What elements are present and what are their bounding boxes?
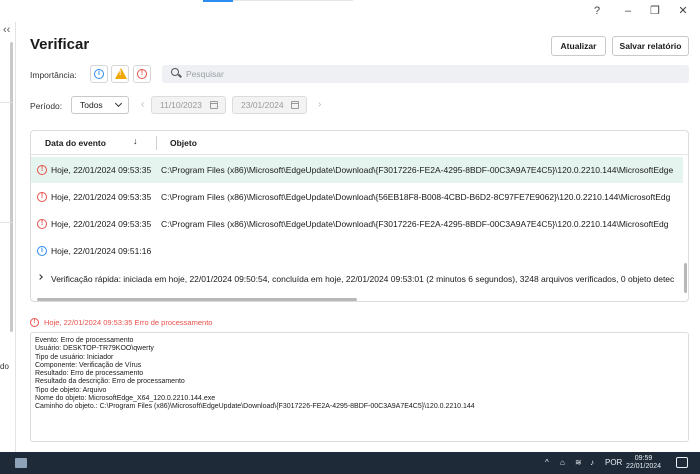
table-row[interactable]: ! Hoje, 22/01/2024 09:53:35 C:\Program F… xyxy=(31,157,683,183)
error-icon: ! xyxy=(137,69,147,79)
sidebar-divider xyxy=(0,102,12,103)
restore-button[interactable]: ❐ xyxy=(646,4,664,18)
search-icon xyxy=(171,68,179,76)
search-input[interactable] xyxy=(186,67,666,81)
date-from-field[interactable]: 11/10/2023 xyxy=(151,96,226,114)
column-header-date[interactable]: Data do evento xyxy=(45,138,106,148)
chevron-right-icon[interactable] xyxy=(37,274,43,280)
date-to-value: 23/01/2024 xyxy=(241,100,284,110)
table-row[interactable]: ! Hoje, 22/01/2024 09:53:35 C:\Program F… xyxy=(31,184,683,210)
tab-divider xyxy=(233,0,353,1)
detail-line: Caminho do objeto.: C:\Program Files (x8… xyxy=(35,403,475,411)
details-title-text: Hoje, 22/01/2024 09:53:35 Erro de proces… xyxy=(44,318,213,327)
title-bar: ? – ❐ ✕ xyxy=(0,0,700,22)
table-horizontal-scrollbar[interactable] xyxy=(37,298,357,301)
left-sidebar: ‹‹ xyxy=(0,22,16,452)
importance-warning-toggle[interactable]: ! xyxy=(111,65,129,83)
row-date: Hoje, 22/01/2024 09:53:35 xyxy=(51,219,152,229)
sort-descending-icon[interactable]: ↓ xyxy=(133,136,138,146)
notification-icon[interactable] xyxy=(676,457,688,468)
warning-icon: ! xyxy=(115,68,127,79)
sidebar-scrollbar[interactable] xyxy=(10,42,13,332)
date-from-value: 11/10/2023 xyxy=(160,100,202,110)
page-title: Verificar xyxy=(30,36,90,53)
clock[interactable]: 09:59 22/01/2024 xyxy=(626,455,661,471)
active-tab-indicator xyxy=(203,0,233,2)
detail-line: Nome do objeto: MicrosoftEdge_X64_120.0.… xyxy=(35,395,216,403)
row-object: C:\Program Files (x86)\Microsoft\EdgeUpd… xyxy=(161,165,674,175)
detail-line: Resultado da descrição: Erro de processa… xyxy=(35,378,185,386)
network-icon[interactable]: ⌂ xyxy=(560,458,565,467)
detail-line: Resultado: Erro de processamento xyxy=(35,370,144,378)
detail-line: Evento: Erro de processamento xyxy=(35,337,134,344)
info-icon: i xyxy=(37,246,47,256)
volume-icon[interactable]: ♪ xyxy=(590,458,594,467)
row-date: Hoje, 22/01/2024 09:53:35 xyxy=(51,165,152,175)
chevron-down-icon xyxy=(114,99,123,108)
period-label: Período: xyxy=(30,101,63,111)
row-object: C:\Program Files (x86)\Microsoft\EdgeUpd… xyxy=(161,219,669,229)
period-select-value: Todos xyxy=(80,100,103,110)
event-details-panel: Evento: Erro de processamento Usuário: D… xyxy=(30,332,689,442)
collapse-sidebar-icon[interactable]: ‹‹ xyxy=(3,24,10,36)
taskbar: ^ ⌂ ≋ ♪ POR 09:59 22/01/2024 xyxy=(0,452,700,474)
row-object: C:\Program Files (x86)\Microsoft\EdgeUpd… xyxy=(161,192,671,202)
sidebar-partial-label: do xyxy=(0,362,9,371)
detail-line: Componente: Verificação de Vírus xyxy=(35,361,142,369)
table-header: Data do evento ↓ Objeto xyxy=(31,131,688,155)
wifi-icon[interactable]: ≋ xyxy=(575,458,582,467)
close-button[interactable]: ✕ xyxy=(674,4,692,18)
language-indicator[interactable]: POR xyxy=(605,458,622,467)
error-icon: ! xyxy=(30,318,39,327)
sidebar-divider xyxy=(0,222,12,223)
importance-info-toggle[interactable]: i xyxy=(90,65,108,83)
info-icon: i xyxy=(94,69,104,79)
date-to-field[interactable]: 23/01/2024 xyxy=(232,96,307,114)
clock-date: 22/01/2024 xyxy=(626,463,662,470)
row-date: Hoje, 22/01/2024 09:53:35 xyxy=(51,192,152,202)
importance-label: Importância: xyxy=(30,70,77,80)
date-next-arrow[interactable]: › xyxy=(318,99,321,110)
importance-error-toggle[interactable]: ! xyxy=(133,65,151,83)
column-header-object[interactable]: Objeto xyxy=(170,138,197,148)
update-button[interactable]: Atualizar xyxy=(551,36,606,56)
minimize-button[interactable]: – xyxy=(619,4,637,18)
app-icon[interactable] xyxy=(15,458,27,468)
scan-summary: Verificação rápida: iniciada em hoje, 22… xyxy=(51,274,675,284)
error-icon: ! xyxy=(37,219,47,229)
calendar-icon xyxy=(210,101,218,109)
table-vertical-scrollbar[interactable] xyxy=(684,263,687,293)
detail-line: Usuário: DESKTOP-TR79KOO\qwerty xyxy=(35,345,154,353)
date-prev-arrow[interactable]: ‹ xyxy=(141,99,144,110)
detail-line: Tipo de usuário: Iniciador xyxy=(35,353,114,361)
search-box[interactable] xyxy=(162,65,689,83)
period-select[interactable]: Todos xyxy=(71,96,129,114)
events-table: Data do evento ↓ Objeto ! Hoje, 22/01/20… xyxy=(30,130,689,302)
detail-line: Tipo de objeto: Arquivo xyxy=(35,386,107,394)
error-icon: ! xyxy=(37,165,47,175)
error-icon: ! xyxy=(37,192,47,202)
table-row-summary[interactable]: Verificação rápida: iniciada em hoje, 22… xyxy=(31,266,683,292)
tray-chevron-icon[interactable]: ^ xyxy=(545,458,549,467)
column-divider[interactable] xyxy=(156,136,157,150)
save-report-button[interactable]: Salvar relatório xyxy=(612,36,689,56)
calendar-icon xyxy=(291,101,299,109)
help-button[interactable]: ? xyxy=(588,4,606,18)
clock-time: 09:59 xyxy=(634,455,653,462)
table-row[interactable]: i Hoje, 22/01/2024 09:51:16 xyxy=(31,238,683,264)
row-date: Hoje, 22/01/2024 09:51:16 xyxy=(51,246,152,256)
table-row[interactable]: ! Hoje, 22/01/2024 09:53:35 C:\Program F… xyxy=(31,211,683,237)
